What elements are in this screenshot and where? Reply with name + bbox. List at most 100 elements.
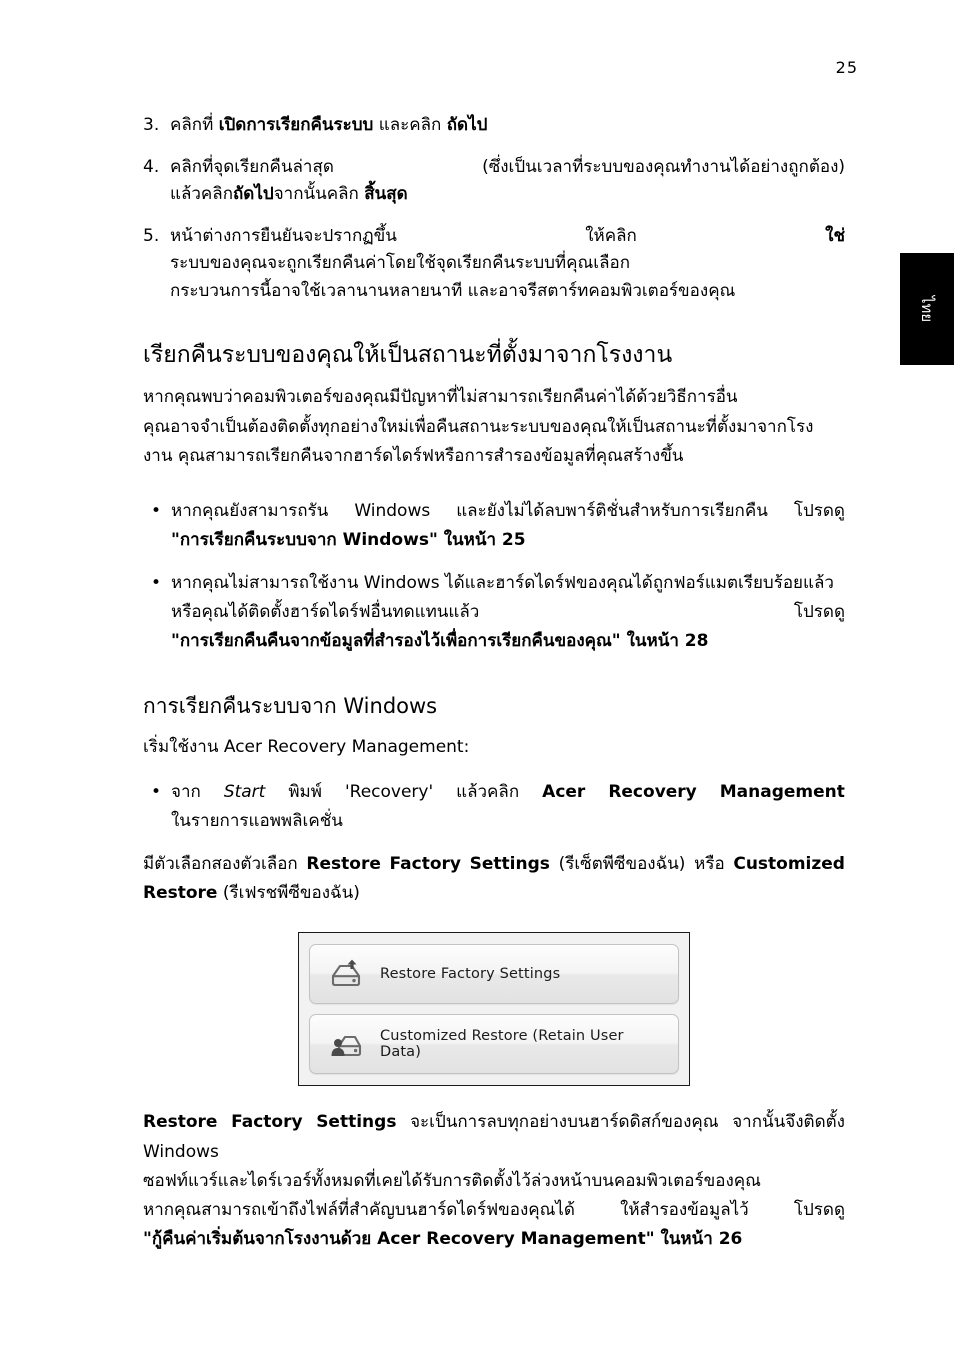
customized-restore-label: Customized Restore (Retain User Data) <box>380 1028 624 1061</box>
text-run-bold: สิ้นสุด <box>364 184 408 205</box>
paragraph-line: Restore Factory Settings จะเป็นการลบทุกอย่า… <box>143 1108 845 1137</box>
page-content: 3. คลิกที่ เปิดการเรียกคืนระบบ และคลิก ถ… <box>143 112 845 1263</box>
list-item: 3. คลิกที่ เปิดการเรียกคืนระบบ และคลิก ถ… <box>143 112 845 140</box>
step-line: กระบวนการนี้อาจใช้เวลานานหลายนาที และอาจ… <box>170 280 736 301</box>
text-run: และยังไม่ได้ลบพาร์ติชั่นสำหรับการเรียกคื… <box>456 501 768 522</box>
restore-factory-settings-label: Restore Factory Settings <box>380 966 561 983</box>
step-number: 4. <box>143 156 160 177</box>
hard-drive-up-arrow-icon <box>324 959 370 989</box>
list-item: • จาก Start พิมพ์ 'Recovery' แล้วคลิก Acer Rec… <box>143 778 845 836</box>
text-run: 'Recovery' <box>344 782 434 803</box>
text-run: จากนั้นจึงติดตั้ง <box>732 1112 845 1133</box>
text-run: (รีเฟรชพีซีของฉัน) <box>217 883 360 904</box>
numbered-step-list: 3. คลิกที่ เปิดการเรียกคืนระบบ และคลิก ถ… <box>143 112 845 305</box>
section-heading-factory-reset: เรียกคืนระบบของคุณให้เป็นสถานะที่ตั้งมาจ… <box>143 342 673 369</box>
text-run: พิมพ์ <box>288 782 322 803</box>
text-run: จะเป็นการลบทุกอย่างบนฮาร์ดดิสก์ของคุณ <box>410 1112 719 1133</box>
text-run: (รีเซ็ตพีซีของฉัน) <box>558 853 686 874</box>
text-run-bold: "กู้คืนค่าเริ่มต้นจากโรงงานด้วย Acer Rec… <box>143 1229 743 1250</box>
bullet-line: ในรายการแอพพลิเคชั่น <box>171 811 343 832</box>
text-run-bold: Restore <box>143 883 218 904</box>
customized-restore-button[interactable]: Customized Restore (Retain User Data) <box>309 1014 679 1075</box>
list-item: • หากคุณไม่สามารถใช้งาน Windows ได้และฮา… <box>143 569 845 656</box>
text-run: ให้สำรองข้อมูลไว้ <box>620 1200 749 1221</box>
text-run: หรือคุณได้ติดตั้งฮาร์ดไดร์ฟอื่นทดแทนแล้ว <box>171 601 480 622</box>
bullet-line: "การเรียกคืนคืนจากข้อมูลที่สำรองไว้เพื่อ… <box>171 627 845 656</box>
paragraph-factory-reset-intro: หากคุณพบว่าคอมพิวเตอร์ของคุณมีปัญหาที่ไม… <box>143 383 845 471</box>
text-run-italic: Start <box>223 782 266 803</box>
text-run-bold: "การเรียกคืนคืนจากข้อมูลที่สำรองไว้เพื่อ… <box>171 630 709 651</box>
text-run-bold: Restore <box>143 1112 218 1133</box>
text-run-bold: ใช่ <box>825 225 845 246</box>
step-line: หน้าต่างการยืนยันจะปรากฏขึ้น ให้คลิก ใช่ <box>170 223 845 251</box>
page-number: 25 <box>835 58 858 77</box>
document-page: 25 ไทย 3. คลิกที่ เปิดการเรียกคืนระบบ แล… <box>0 0 954 1369</box>
text-run-bold: Factory <box>231 1112 303 1133</box>
text-run-bold: Windows <box>342 529 429 550</box>
paragraph-line: มีตัวเลือกสองตัวเลือก Restore Factory Setti… <box>143 850 845 879</box>
text-run: โปรดดู <box>793 1200 845 1221</box>
text-run: หากคุณสามารถเข้าถึงไฟล์ที่สำคัญบนฮาร์ดได… <box>143 1200 575 1221</box>
step-line: แล้วคลิกถัดไปจากนั้นคลิก สิ้นสุด <box>170 181 845 209</box>
step-number: 5. <box>143 225 160 246</box>
step-line: คลิกที่จุดเรียกคืนล่าสุด (ซึ่งเป็นเวลาที่… <box>170 154 845 182</box>
text-run: คลิกที่ <box>170 115 219 135</box>
list-item: • หากคุณยังสามารถรัน Windows และยังไม่ได้ล… <box>143 497 845 555</box>
bullet-icon: • <box>151 782 162 803</box>
bullet-line: หากคุณยังสามารถรัน Windows และยังไม่ได้ลบพ… <box>171 497 845 526</box>
bullet-icon: • <box>151 572 162 593</box>
text-run: หรือ <box>694 853 725 874</box>
hard-drive-user-icon <box>324 1029 370 1059</box>
step-line: คลิกที่ เปิดการเรียกคืนระบบ และคลิก ถัดไ… <box>170 112 845 140</box>
step-number: 3. <box>143 115 160 135</box>
text-run-bold: "การเรียกคืนระบบจาก <box>171 529 343 550</box>
text-run: หน้าต่างการยืนยันจะปรากฏขึ้น <box>170 225 397 246</box>
text-run: แล้วคลิก <box>170 184 234 205</box>
text-run: Windows <box>354 501 431 522</box>
bullet-line: หรือคุณได้ติดตั้งฮาร์ดไดร์ฟอื่นทดแทนแล้ว… <box>171 598 845 627</box>
bullet-line: "การเรียกคืนระบบจาก Windows" ในหน้า 25 <box>171 526 845 555</box>
language-tab: ไทย <box>900 253 954 365</box>
text-run: หากคุณยังสามารถรัน <box>171 501 329 522</box>
paragraph-line: หากคุณสามารถเข้าถึงไฟล์ที่สำคัญบนฮาร์ดได… <box>143 1196 845 1225</box>
bullet-line: หากคุณไม่สามารถใช้งาน Windows ได้และฮาร์… <box>171 572 834 593</box>
text-run-bold: Settings <box>316 1112 397 1133</box>
text-run: คลิกที่จุดเรียกคืนล่าสุด <box>170 156 334 177</box>
text-run: แล้วคลิก <box>456 782 520 803</box>
paragraph-line: Windows <box>143 1141 219 1162</box>
text-run: จาก <box>171 782 201 803</box>
paragraph-recovery-intro: เริ่มใช้งาน Acer Recovery Management: <box>143 736 470 757</box>
bullet-line: จาก Start พิมพ์ 'Recovery' แล้วคลิก Acer Recov… <box>171 778 845 807</box>
text-run-bold: ถัดไป <box>233 184 274 205</box>
text-run-bold: Customized <box>733 853 845 874</box>
text-run-bold: Settings <box>469 853 550 874</box>
text-run-bold: Acer <box>542 782 586 803</box>
paragraph-restore-factory-explanation: Restore Factory Settings จะเป็นการลบทุกอย่า… <box>143 1108 845 1254</box>
paragraph-line: คุณอาจจำเป็นต้องติดตั้งทุกอย่างใหม่เพื่อ… <box>143 416 814 437</box>
text-run-bold: " ในหน้า 25 <box>428 529 526 550</box>
paragraph-line: Restore (รีเฟรชพีซีของฉัน) <box>143 879 845 908</box>
text-run-bold: Factory <box>389 853 461 874</box>
figure-recovery-management-options: Restore Factory Settings Customized Rest… <box>298 932 690 1087</box>
text-run: ให้คลิก <box>585 225 637 246</box>
list-item: 4. คลิกที่จุดเรียกคืนล่าสุด (ซึ่งเป็นเวลา… <box>143 154 845 209</box>
text-run-bold: ถัดไป <box>446 115 488 135</box>
text-run-bold: Management <box>719 782 845 803</box>
section-heading-recovery-from-windows: การเรียกคืนระบบจาก Windows <box>143 693 438 718</box>
text-run-bold: Recovery <box>608 782 697 803</box>
paragraph-line: หากคุณพบว่าคอมพิวเตอร์ของคุณมีปัญหาที่ไม… <box>143 387 738 408</box>
list-item: 5. หน้าต่างการยืนยันจะปรากฏขึ้น ให้คลิก ใช… <box>143 223 845 306</box>
text-run: จากนั้นคลิก <box>273 184 365 205</box>
bullet-icon: • <box>151 501 162 522</box>
paragraph-line: "กู้คืนค่าเริ่มต้นจากโรงงานด้วย Acer Rec… <box>143 1225 845 1254</box>
paragraph-line: งาน คุณสามารถเรียกคืนจากฮาร์ดไดร์ฟหรือกา… <box>143 445 684 466</box>
text-run: โปรดดู <box>793 501 845 522</box>
restore-factory-settings-button[interactable]: Restore Factory Settings <box>309 944 679 1005</box>
language-tab-label: ไทย <box>918 295 936 323</box>
text-run-bold: เปิดการเรียกคืนระบบ <box>218 115 374 135</box>
paragraph-two-options: มีตัวเลือกสองตัวเลือก Restore Factory Setti… <box>143 850 845 908</box>
step-line: ระบบของคุณจะถูกเรียกคืนค่าโดยใช้จุดเรียก… <box>170 253 630 274</box>
text-run: (ซึ่งเป็นเวลาที่ระบบของคุณทำงานได้อย่างถ… <box>482 156 845 177</box>
